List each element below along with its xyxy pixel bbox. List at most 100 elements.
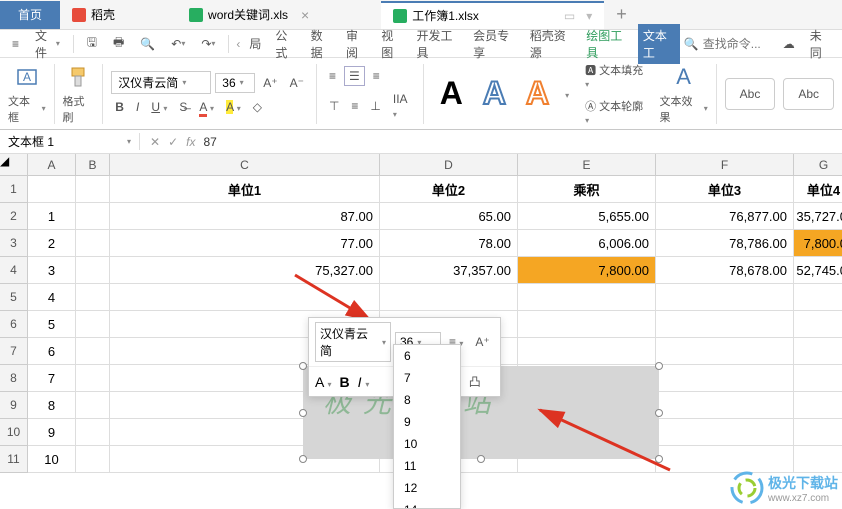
- row-header[interactable]: 9: [0, 392, 28, 419]
- print-icon[interactable]: 🖶: [107, 30, 130, 57]
- menu-resource[interactable]: 稻壳资源: [525, 24, 578, 64]
- row-header[interactable]: 5: [0, 284, 28, 311]
- textbox-button[interactable]: A 文本框 ▾: [8, 63, 46, 125]
- row-header[interactable]: 10: [0, 419, 28, 446]
- command-search[interactable]: 🔍: [684, 37, 763, 51]
- font-size-select[interactable]: 36▾: [215, 73, 255, 93]
- text-fill-button[interactable]: 🅰 文本填充 ▾: [581, 60, 651, 92]
- col-header[interactable]: G: [794, 154, 842, 176]
- cell[interactable]: 3: [28, 257, 76, 284]
- align-right-icon[interactable]: ≡: [369, 67, 384, 85]
- menu-draw[interactable]: 绘图工具: [581, 24, 634, 64]
- fx-icon[interactable]: fx: [186, 135, 195, 149]
- redo-icon[interactable]: ↷ ▾: [195, 34, 221, 54]
- cell[interactable]: [656, 338, 794, 365]
- cell[interactable]: [76, 311, 110, 338]
- font-family-select[interactable]: 汉仪青云简▾: [111, 71, 211, 94]
- underline-button[interactable]: U ▾: [147, 98, 171, 116]
- cell[interactable]: [76, 257, 110, 284]
- style-a1[interactable]: A: [432, 75, 471, 112]
- mini-italic-button[interactable]: I ▾: [358, 374, 370, 390]
- save-icon[interactable]: 🖫: [81, 30, 103, 57]
- cell[interactable]: [76, 176, 110, 203]
- cell[interactable]: [76, 392, 110, 419]
- text-direction-icon[interactable]: IIA ▾: [389, 90, 415, 122]
- cell[interactable]: [794, 365, 842, 392]
- highlight-button[interactable]: A ▾: [222, 98, 245, 116]
- mini-font-select[interactable]: 汉仪青云简▾: [315, 322, 391, 362]
- valign-mid-icon[interactable]: ≡: [347, 97, 362, 115]
- cell[interactable]: [76, 365, 110, 392]
- col-header[interactable]: B: [76, 154, 110, 176]
- size-option[interactable]: 7: [394, 367, 460, 389]
- cancel-icon[interactable]: ✕: [150, 135, 160, 149]
- mini-increase-font-icon[interactable]: A⁺: [471, 333, 493, 351]
- text-effect-button[interactable]: A 文本效果 ▾: [660, 63, 708, 125]
- cell[interactable]: 65.00: [380, 203, 518, 230]
- cell[interactable]: 4: [28, 284, 76, 311]
- cell[interactable]: [656, 365, 794, 392]
- italic-button[interactable]: I: [132, 98, 143, 116]
- cell[interactable]: [518, 338, 656, 365]
- valign-top-icon[interactable]: ⊤: [325, 97, 343, 115]
- valign-bot-icon[interactable]: ⊥: [366, 97, 384, 115]
- col-header[interactable]: D: [380, 154, 518, 176]
- cell[interactable]: 78.00: [380, 230, 518, 257]
- menu-layout[interactable]: 局: [244, 32, 266, 55]
- clear-format-icon[interactable]: ◇: [249, 98, 266, 116]
- cell[interactable]: 10: [28, 446, 76, 473]
- bold-button[interactable]: B: [111, 98, 128, 116]
- size-option[interactable]: 6: [394, 345, 460, 367]
- cell[interactable]: 1: [28, 203, 76, 230]
- cell[interactable]: [656, 284, 794, 311]
- align-center-icon[interactable]: ☰: [344, 66, 365, 86]
- cell[interactable]: 6,006.00: [518, 230, 656, 257]
- shape-style2[interactable]: Abc: [783, 78, 834, 110]
- cell[interactable]: 7,800.0: [794, 230, 842, 257]
- row-header[interactable]: 3: [0, 230, 28, 257]
- cell[interactable]: 77.00: [110, 230, 380, 257]
- row-header[interactable]: 4: [0, 257, 28, 284]
- font-size-dropdown[interactable]: 678910111214: [393, 344, 461, 509]
- cell[interactable]: [76, 203, 110, 230]
- mini-fontcolor-button[interactable]: A ▾: [315, 374, 331, 390]
- cell[interactable]: [76, 230, 110, 257]
- size-option[interactable]: 14: [394, 499, 460, 509]
- text-outline-button[interactable]: Ⓐ 文本轮廓 ▾: [581, 96, 651, 128]
- cell[interactable]: 5,655.00: [518, 203, 656, 230]
- size-option[interactable]: 12: [394, 477, 460, 499]
- col-header[interactable]: C: [110, 154, 380, 176]
- mini-thumb2-icon[interactable]: 凸: [465, 371, 485, 392]
- preview-icon[interactable]: 🔍: [134, 34, 161, 54]
- cell[interactable]: 9: [28, 419, 76, 446]
- cell[interactable]: 单位1: [110, 176, 380, 203]
- col-header[interactable]: A: [28, 154, 76, 176]
- menu-review[interactable]: 审阅: [341, 24, 372, 64]
- cell[interactable]: [76, 419, 110, 446]
- size-option[interactable]: 9: [394, 411, 460, 433]
- undo-icon[interactable]: ↶ ▾: [165, 34, 191, 54]
- menu-formula[interactable]: 公式: [270, 24, 301, 64]
- cell[interactable]: [76, 338, 110, 365]
- menu-text-tool[interactable]: 文本工: [638, 24, 680, 64]
- window-icon[interactable]: ▭: [564, 9, 575, 23]
- cell[interactable]: [76, 284, 110, 311]
- cell[interactable]: 乘积: [518, 176, 656, 203]
- size-option[interactable]: 10: [394, 433, 460, 455]
- cell[interactable]: 7: [28, 365, 76, 392]
- select-all-corner[interactable]: ◢: [0, 154, 28, 176]
- cell[interactable]: 2: [28, 230, 76, 257]
- cell[interactable]: 8: [28, 392, 76, 419]
- cell[interactable]: 87.00: [110, 203, 380, 230]
- row-header[interactable]: 7: [0, 338, 28, 365]
- cell[interactable]: [794, 392, 842, 419]
- size-option[interactable]: 8: [394, 389, 460, 411]
- cell[interactable]: 单位4: [794, 176, 842, 203]
- style-more-icon[interactable]: ▾: [561, 85, 573, 103]
- cell[interactable]: 76,877.00: [656, 203, 794, 230]
- cell[interactable]: [28, 176, 76, 203]
- tab-doke[interactable]: 稻壳: [60, 1, 127, 29]
- increase-font-icon[interactable]: A⁺: [259, 74, 281, 92]
- shape-style1[interactable]: Abc: [725, 78, 776, 110]
- cell[interactable]: [656, 311, 794, 338]
